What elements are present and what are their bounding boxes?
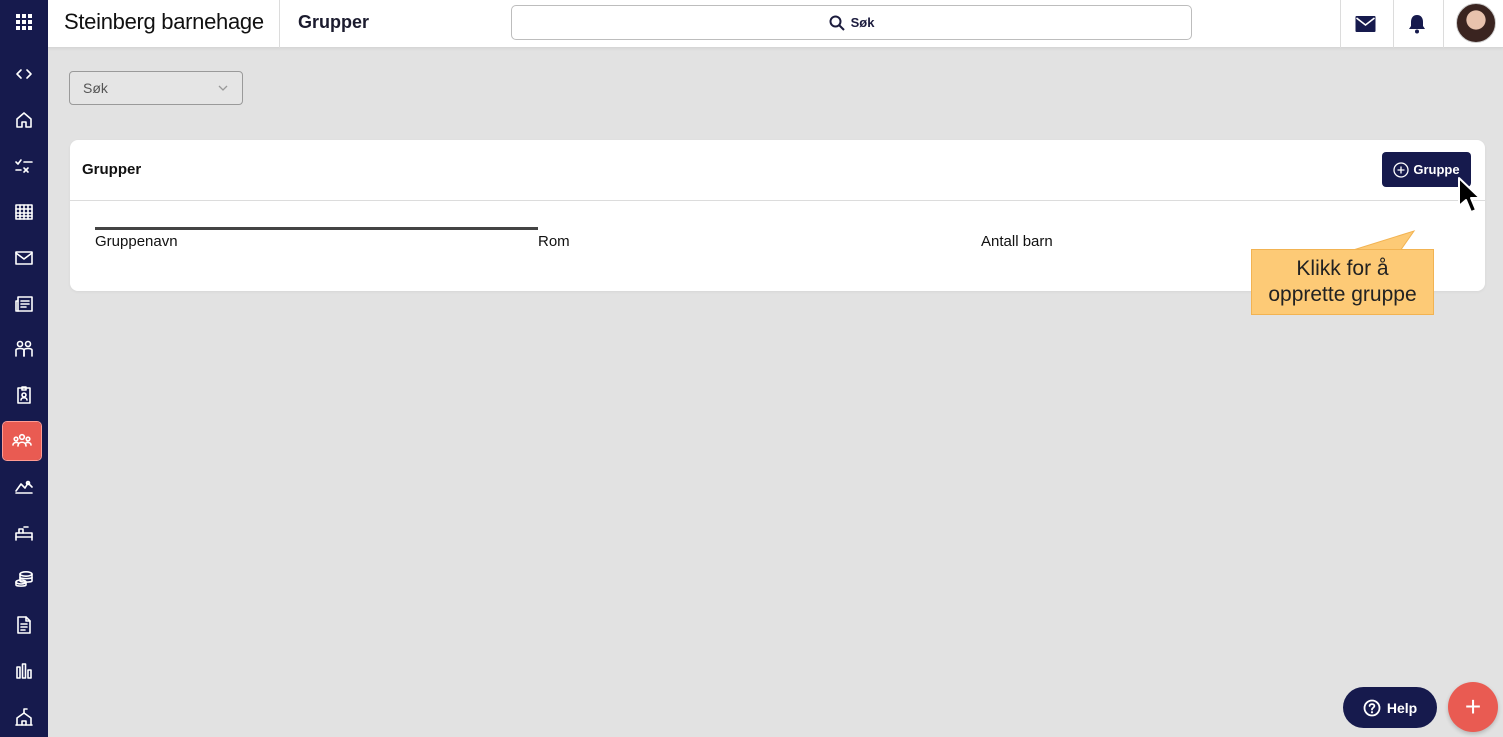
notifications-button[interactable] <box>1392 0 1442 48</box>
group-filter-select[interactable]: Søk <box>69 71 243 105</box>
search-icon <box>829 15 845 31</box>
envelope-icon[interactable] <box>0 238 48 278</box>
column-header-group-name[interactable]: Gruppenavn <box>95 233 178 250</box>
mouse-cursor-icon <box>1458 177 1481 213</box>
question-circle-icon <box>1363 699 1381 716</box>
bed-icon[interactable] <box>0 513 48 553</box>
document-icon[interactable] <box>0 605 48 645</box>
news-icon[interactable] <box>0 284 48 324</box>
tooltip-line-2: opprette gruppe <box>1268 283 1417 306</box>
top-bar: Steinberg barnehage Grupper Søk <box>48 0 1503 48</box>
people-icon[interactable] <box>0 329 48 369</box>
card-divider <box>70 200 1485 201</box>
page-title: Grupper <box>298 12 370 32</box>
mail-button[interactable] <box>1340 0 1390 48</box>
calendar-grid-icon[interactable] <box>0 192 48 232</box>
avatar[interactable] <box>1456 3 1496 43</box>
organization-name[interactable]: Steinberg barnehage <box>64 9 264 35</box>
coins-icon[interactable] <box>0 559 48 599</box>
column-header-room[interactable]: Rom <box>538 233 570 250</box>
global-search-input[interactable]: Søk <box>511 5 1192 40</box>
sort-indicator <box>95 227 538 230</box>
groups-icon[interactable] <box>2 421 42 461</box>
bell-icon <box>1409 15 1425 34</box>
column-header-child-count[interactable]: Antall barn <box>981 233 1053 250</box>
tooltip-line-1: Klikk for å <box>1296 257 1389 280</box>
card-title: Grupper <box>82 161 142 178</box>
quick-add-button[interactable]: + <box>1448 682 1498 732</box>
topbar-divider <box>1443 0 1444 48</box>
chevron-down-icon <box>218 85 228 91</box>
activity-icon[interactable] <box>0 467 48 507</box>
help-label: Help <box>1386 699 1418 716</box>
expand-code-icon[interactable] <box>0 54 48 94</box>
clipboard-badge-icon[interactable] <box>0 375 48 415</box>
add-group-label: Gruppe <box>1413 162 1460 177</box>
search-label: Søk <box>850 15 875 30</box>
help-button[interactable]: Help <box>1343 687 1437 728</box>
home-icon[interactable] <box>0 100 48 140</box>
filter-value: Søk <box>83 80 108 96</box>
plus-circle-icon <box>1393 161 1410 178</box>
tutorial-tooltip: Klikk for å opprette gruppe <box>1251 249 1434 315</box>
topbar-divider <box>279 0 280 48</box>
mail-icon <box>1355 16 1375 32</box>
checklist-icon[interactable] <box>0 146 48 186</box>
building-icon[interactable] <box>0 697 48 737</box>
bar-chart-icon[interactable] <box>0 651 48 691</box>
apps-grid-icon[interactable] <box>0 2 48 42</box>
sidebar <box>0 0 48 737</box>
